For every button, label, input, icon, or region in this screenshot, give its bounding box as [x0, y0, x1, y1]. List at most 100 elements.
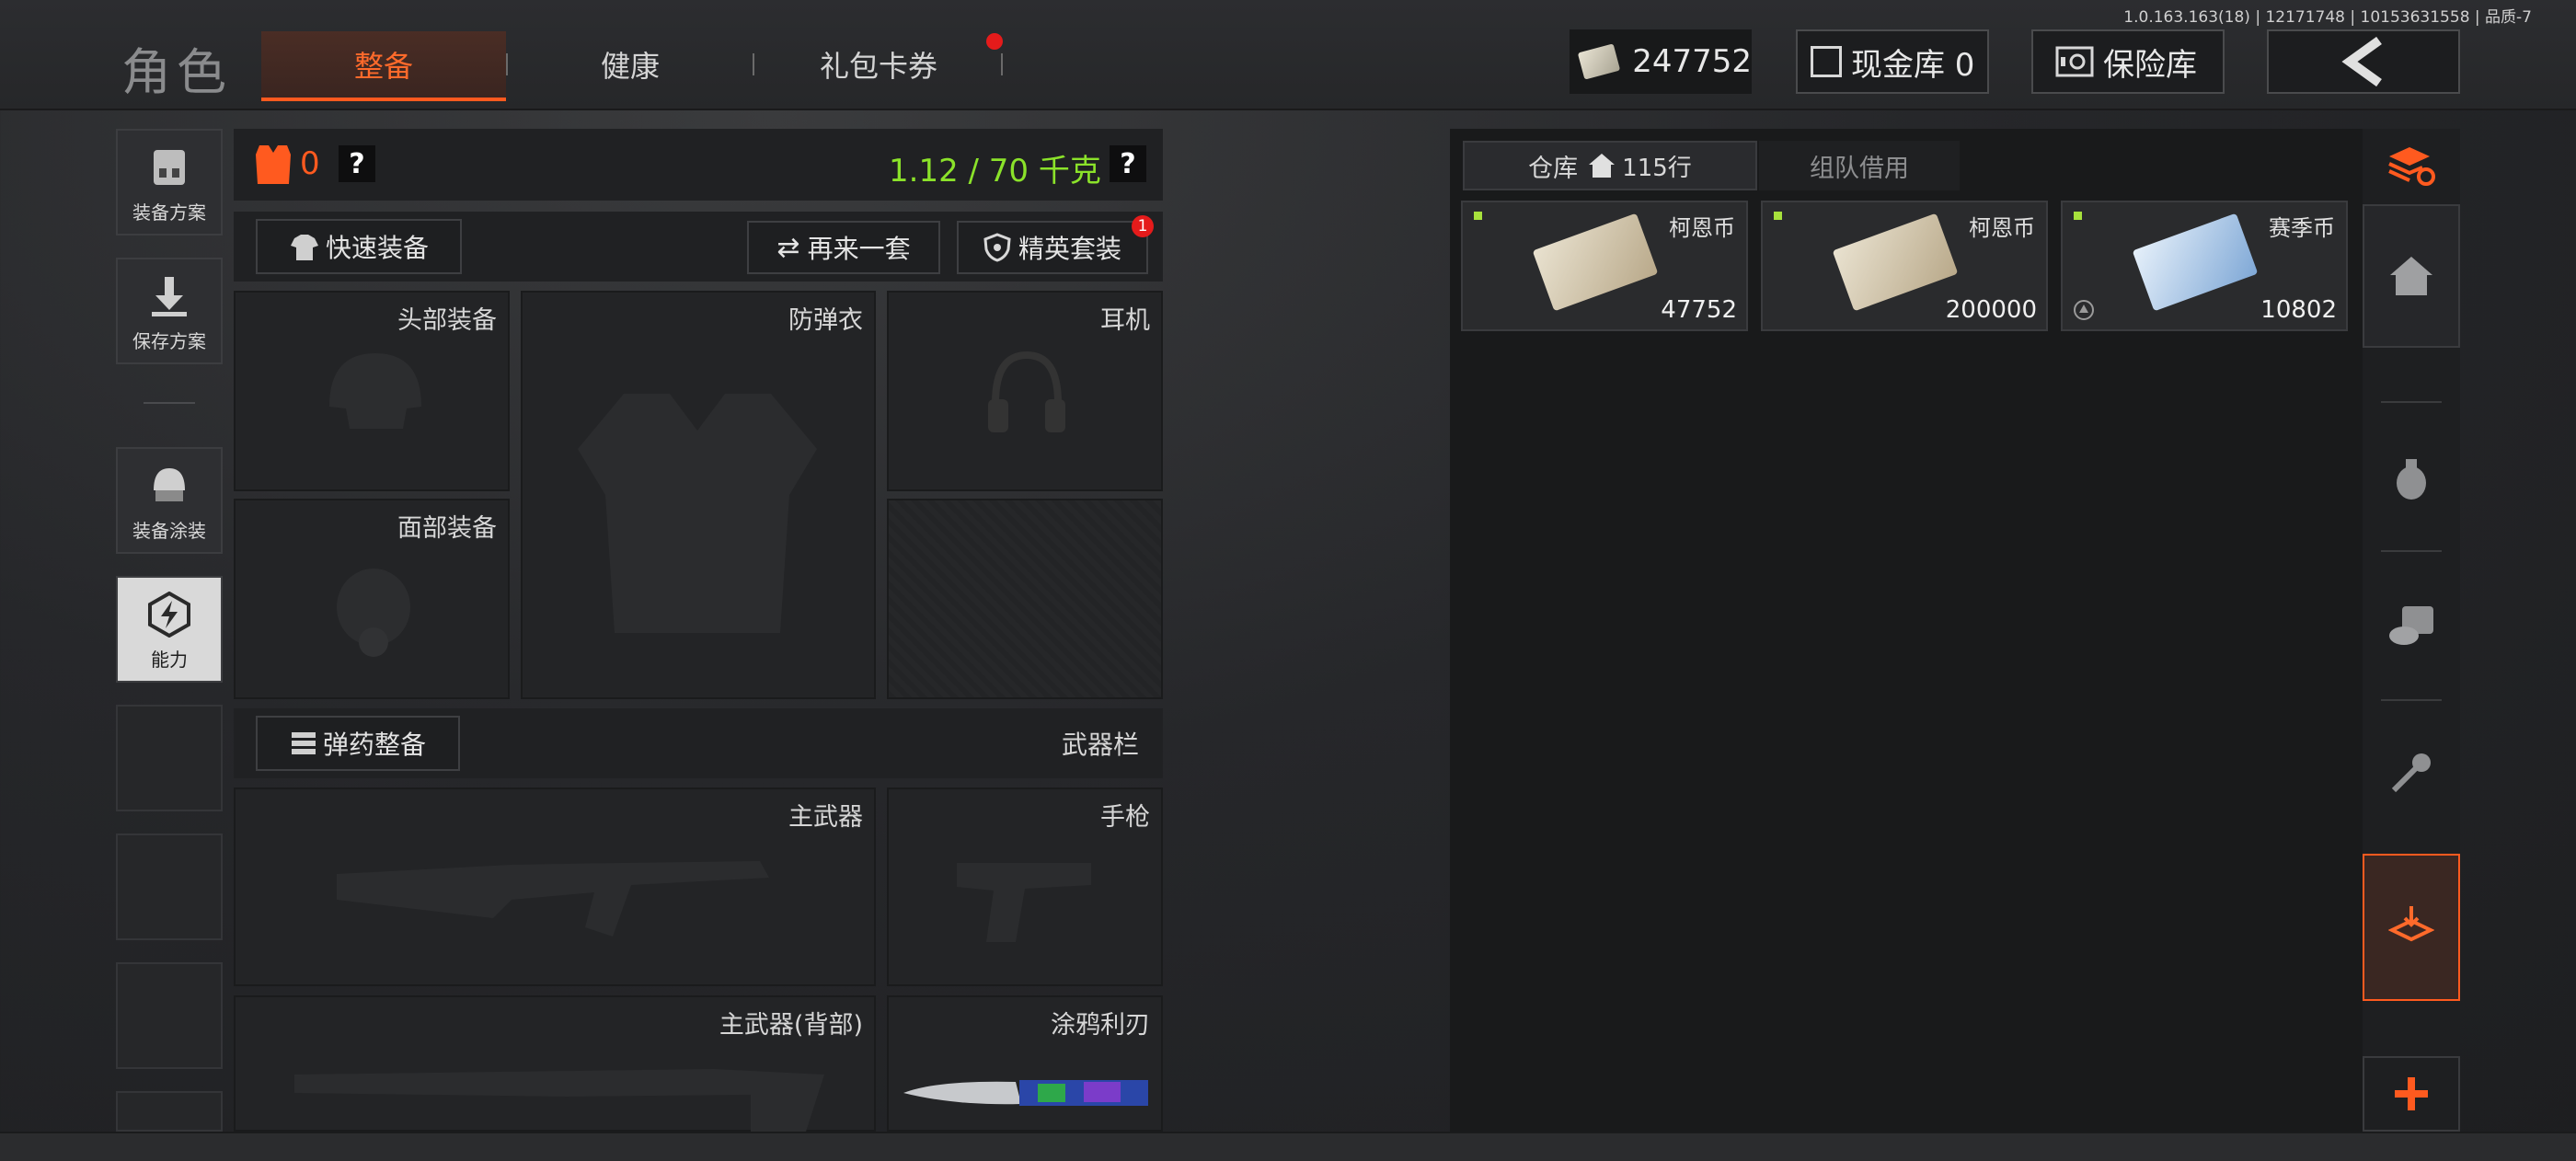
armor-count: 0 — [300, 145, 320, 182]
quick-equip-button[interactable]: 快速装备 — [256, 219, 462, 274]
quick-equip-label: 快速装备 — [325, 233, 429, 263]
koen-coin-icon — [1532, 213, 1659, 312]
item-name: 柯恩币 — [1669, 215, 1735, 241]
key-icon — [2391, 753, 2431, 793]
elite-set-button[interactable]: 精英套装 — [957, 221, 1148, 274]
ability-button[interactable]: 能力 — [116, 576, 223, 683]
item-name: 赛季币 — [2269, 215, 2335, 241]
cash-vault-button[interactable]: 现金库 0 — [1796, 29, 1989, 94]
face-gear-slot[interactable]: 面部装备 — [234, 499, 510, 699]
save-plan-button[interactable]: 保存方案 — [116, 258, 223, 364]
warehouse-rows: 115行 — [1622, 154, 1692, 182]
home-icon — [1589, 154, 1616, 178]
sidebar-divider — [2381, 699, 2442, 701]
knife-label: 涂鸦利刃 — [1051, 1011, 1150, 1040]
body-armor-label: 防弹衣 — [788, 306, 863, 335]
new-item-flag — [1474, 212, 1482, 220]
add-button[interactable] — [2363, 1056, 2460, 1132]
back-weapon-label: 主武器(背部) — [719, 1011, 863, 1040]
locked-slot — [887, 499, 1163, 699]
equipment-skin-button[interactable]: 装备涂装 — [116, 447, 223, 554]
safe-icon — [2055, 46, 2094, 77]
item-card[interactable]: 赛季币 10802 — [2061, 201, 2348, 331]
head-gear-slot[interactable]: 头部装备 — [234, 291, 510, 491]
money-amount: 247752 — [1632, 43, 1752, 80]
coins-icon — [2389, 606, 2433, 645]
page-title: 角色 — [121, 43, 232, 101]
home-storage-button[interactable] — [2363, 204, 2460, 348]
box-deposit-icon — [2388, 906, 2434, 942]
tab-warehouse[interactable]: 仓库 115行 — [1463, 141, 1757, 190]
download-icon — [152, 277, 187, 316]
currency-filter-button[interactable] — [2363, 589, 2460, 662]
helmet-paint-icon — [154, 468, 185, 501]
new-item-flag — [1774, 212, 1782, 220]
item-card[interactable]: 柯恩币 47752 — [1461, 201, 1748, 331]
primary-weapon-label: 主武器 — [788, 803, 863, 832]
loadout-plan-label: 装备方案 — [132, 201, 206, 224]
empty-nav-slot — [116, 962, 223, 1069]
season-coin-icon — [2132, 213, 2259, 312]
save-plan-label: 保存方案 — [132, 330, 206, 352]
item-count: 200000 — [1945, 296, 2037, 324]
layers-refresh-icon — [2388, 147, 2435, 186]
notification-dot — [986, 33, 1003, 50]
bound-item-icon — [2074, 300, 2094, 320]
help-button[interactable]: ? — [339, 145, 375, 182]
pistol-slot[interactable]: 手枪 — [887, 787, 1163, 986]
vest-icon — [578, 394, 817, 633]
gas-mask-icon — [337, 569, 410, 657]
ammo-prep-button[interactable]: 弹药整备 — [256, 716, 460, 771]
loadout-plan-button[interactable]: 装备方案 — [116, 129, 223, 236]
headset-slot[interactable]: 耳机 — [887, 291, 1163, 491]
grenade-icon — [2397, 459, 2426, 500]
item-card[interactable]: 柯恩币 200000 — [1761, 201, 2048, 331]
body-armor-slot[interactable]: 防弹衣 — [521, 291, 876, 699]
version-info: 1.0.163.163(18) | 12171748 | 10153631558… — [2123, 8, 2532, 27]
sidebar-divider — [2381, 401, 2442, 403]
cash-vault-label: 现金库 0 — [1851, 46, 1975, 84]
plus-icon — [2395, 1077, 2428, 1110]
pistol-icon — [957, 863, 1091, 942]
sidebar-divider — [2381, 550, 2442, 552]
empty-nav-slot — [116, 833, 223, 940]
headset-icon — [988, 351, 1065, 432]
cash-icon — [1811, 46, 1842, 77]
empty-nav-slot — [116, 1091, 223, 1132]
banknote-icon — [1577, 43, 1621, 80]
knife-slot[interactable]: 涂鸦利刃 — [887, 995, 1163, 1132]
weight-display: 1.12 / 70 千克 — [889, 153, 1101, 190]
item-count: 47752 — [1661, 296, 1737, 324]
sort-refresh-button[interactable] — [2363, 129, 2460, 202]
tab-health[interactable]: 健康 — [508, 31, 753, 98]
helmet-icon — [329, 353, 421, 429]
grenade-filter-button[interactable] — [2363, 442, 2460, 515]
armor-vest-icon — [256, 145, 291, 184]
bottom-strip — [0, 1132, 2576, 1161]
butterfly-knife-icon — [903, 1080, 1148, 1106]
money-display: 247752 — [1570, 29, 1752, 94]
equipment-skin-label: 装备涂装 — [132, 520, 206, 542]
key-filter-button[interactable] — [2363, 736, 2460, 810]
tab-divider — [753, 53, 754, 75]
primary-weapon-slot[interactable]: 主武器 — [234, 787, 876, 986]
back-button[interactable] — [2267, 29, 2460, 94]
tab-equip[interactable]: 整备 — [261, 31, 506, 101]
deposit-button[interactable] — [2363, 854, 2460, 1001]
tab-gift-coupons[interactable]: 礼包卡券 — [756, 31, 1001, 98]
tab-team-borrow[interactable]: 组队借用 — [1759, 141, 1960, 190]
safe-button[interactable]: 保险库 — [2031, 29, 2225, 94]
weapon-bar-label: 武器栏 — [1061, 730, 1139, 760]
safe-label: 保险库 — [2103, 46, 2197, 84]
weight-help-button[interactable]: ? — [1110, 145, 1146, 182]
home-icon — [2390, 257, 2432, 295]
headset-label: 耳机 — [1100, 306, 1150, 335]
ability-label: 能力 — [151, 649, 188, 671]
face-gear-label: 面部装备 — [397, 514, 497, 543]
ability-bolt-icon — [148, 592, 190, 638]
again-set-button[interactable]: ⇄ 再来一套 — [747, 221, 940, 274]
nav-divider — [144, 402, 195, 404]
elite-set-badge: 1 — [1132, 215, 1154, 237]
back-weapon-slot[interactable]: 主武器(背部) — [234, 995, 876, 1132]
new-item-flag — [2074, 212, 2082, 220]
